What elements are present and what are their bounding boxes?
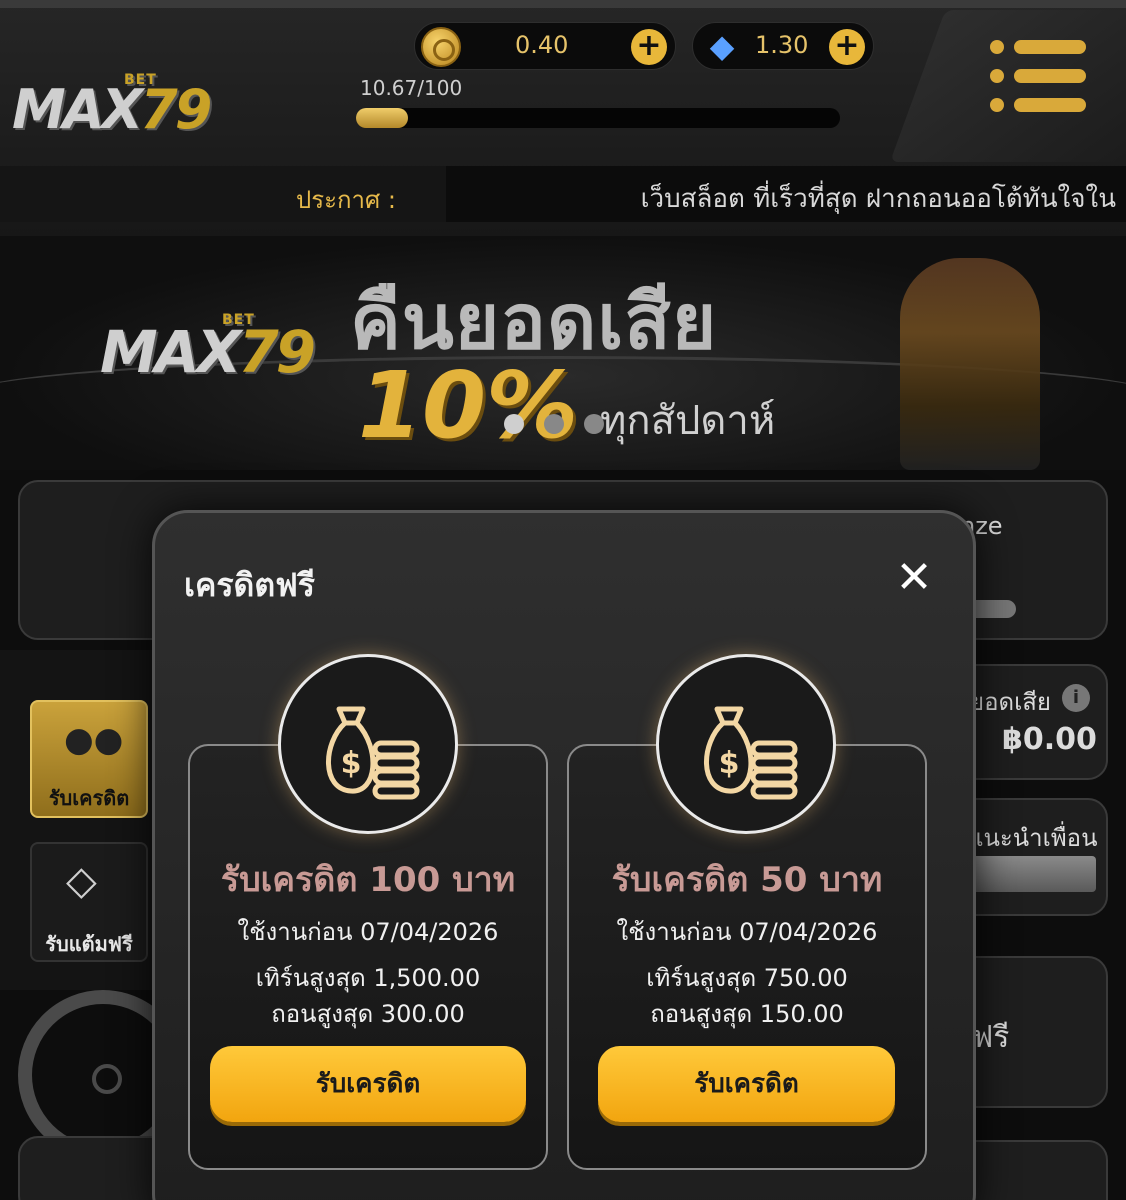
carousel-dots (504, 414, 624, 438)
coin-icon (421, 27, 461, 67)
logo-text-max: MAX (12, 78, 143, 141)
banner-subtitle: ทุกสัปดาห์ (600, 398, 776, 444)
announcement-text: เว็บสล็อต ที่เร็วที่สุด ฝากถอนออโต้ทันใจ… (640, 184, 1116, 214)
refer-friend-label: แนะนำเพื่อน (968, 824, 1098, 852)
loss-return-label: ยอดเสีย (970, 688, 1051, 716)
offer-expiry: ใช้งานก่อน 07/04/2026 (237, 918, 499, 946)
offer-turnover: เทิร์นสูงสุด 750.00 (646, 964, 848, 992)
money-bag-icon: $ (656, 654, 836, 834)
add-coin-button[interactable]: + (631, 29, 667, 65)
free-spin-label: ฟรี (972, 1020, 1010, 1055)
add-gem-button[interactable]: + (829, 29, 865, 65)
loss-return-value: ฿0.00 (1002, 722, 1097, 757)
free-points-side-label: รับแต้มฟรี (45, 932, 133, 956)
offer-max-withdraw: ถอนสูงสุด 300.00 (271, 1000, 465, 1028)
receive-credit-button[interactable]: รับเครดิต (210, 1046, 526, 1122)
offer-heading: รับเครดิต 50 บาท (611, 860, 883, 900)
diamond-icon: ◇ (66, 858, 97, 904)
carousel-dot[interactable] (584, 414, 604, 434)
receive-credit-side-button[interactable]: ●● รับเครดิต (30, 700, 148, 818)
max79-logo[interactable]: MAX79 BET (12, 72, 212, 141)
gem-balance-value: 1.30 (755, 31, 809, 59)
coins-icon: ●● (64, 720, 124, 760)
receive-credit-button[interactable]: รับเครดิต (598, 1046, 895, 1122)
offer-turnover: เทิร์นสูงสุด 1,500.00 (255, 964, 481, 992)
svg-text:$: $ (341, 746, 362, 781)
banner-logo-text-bet: BET (222, 312, 255, 328)
announcement-label: ประกาศ : (296, 186, 396, 214)
gem-balance-pill: ◆ 1.30 + (692, 22, 874, 70)
refer-friend-button[interactable] (960, 856, 1096, 892)
offer-expiry: ใช้งานก่อน 07/04/2026 (616, 918, 878, 946)
money-bag-icon: $ (278, 654, 458, 834)
level-progress-fill (356, 108, 408, 128)
banner-model-image (900, 258, 1040, 470)
coin-balance-pill: 0.40 + (414, 22, 676, 70)
gem-icon: ◆ (709, 27, 735, 65)
level-progress-bar (356, 108, 840, 128)
banner-logo: MAX79 BET (100, 312, 316, 386)
banner-logo-text-79: 79 (238, 318, 316, 386)
hamburger-menu-icon[interactable] (990, 40, 1086, 112)
offer-heading: รับเครดิต 100 บาท (220, 860, 516, 900)
top-edge-divider (0, 0, 1126, 8)
modal-title: เครดิตฟรี (184, 566, 315, 604)
logo-text-bet: BET (124, 72, 157, 88)
close-icon[interactable]: ✕ (890, 554, 938, 602)
free-points-side-button[interactable]: ◇ รับแต้มฟรี (30, 842, 148, 962)
banner-logo-text-max: MAX (100, 318, 241, 386)
coin-balance-value: 0.40 (515, 31, 569, 59)
banner-percent: 10% (358, 352, 579, 459)
receive-credit-side-label: รับเครดิต (48, 786, 130, 810)
svg-text:$: $ (719, 746, 740, 781)
announcement-marquee: เว็บสล็อต ที่เร็วที่สุด ฝากถอนออโต้ทันใจ… (446, 166, 1126, 222)
carousel-dot[interactable] (544, 414, 564, 434)
offer-max-withdraw: ถอนสูงสุด 150.00 (650, 1000, 844, 1028)
carousel-dot[interactable] (504, 414, 524, 434)
info-icon[interactable]: i (1062, 684, 1090, 712)
level-progress-text: 10.67/100 (360, 76, 463, 100)
